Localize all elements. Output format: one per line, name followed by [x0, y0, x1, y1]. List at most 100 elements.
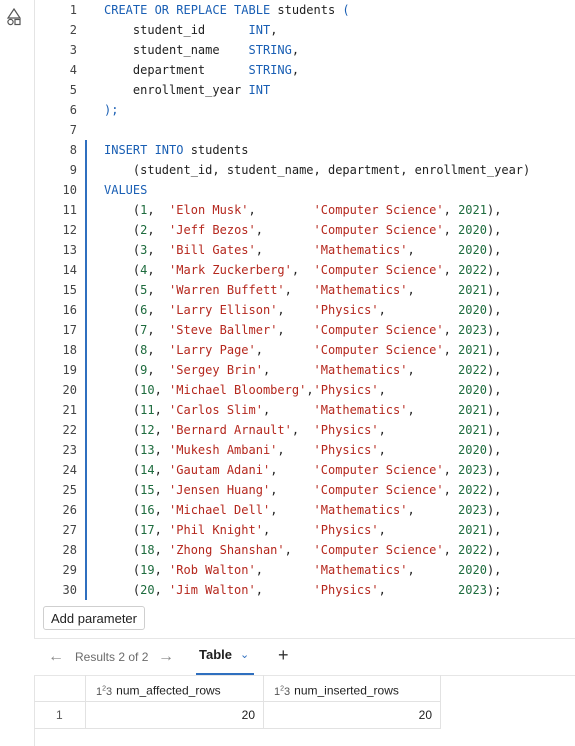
code-token: (: [104, 443, 141, 457]
code-token: ,: [378, 303, 459, 317]
code-token: INSERT INTO: [104, 143, 184, 157]
code-line[interactable]: 5 enrollment_year INT: [34, 80, 575, 100]
code-line[interactable]: 27 (17, 'Phil Knight', 'Physics', 2021),: [34, 520, 575, 540]
tab-table-label: Table: [199, 647, 232, 662]
integer-type-icon: 123: [96, 685, 113, 698]
code-line[interactable]: 19 (9, 'Sergey Brin', 'Mathematics', 202…: [34, 360, 575, 380]
plus-icon[interactable]: +: [278, 645, 289, 666]
code-editor[interactable]: 1 CREATE OR REPLACE TABLE students (2 stu…: [34, 0, 575, 600]
code-line[interactable]: 21 (11, 'Carlos Slim', 'Mathematics', 20…: [34, 400, 575, 420]
row-index: 1: [34, 702, 86, 729]
code-token: 2023: [458, 463, 487, 477]
code-token: ,: [306, 383, 314, 397]
code-text: (15, 'Jensen Huang', 'Computer Science',…: [104, 480, 502, 500]
code-token: ,: [154, 423, 170, 437]
code-token: 2021: [458, 343, 487, 357]
code-line[interactable]: 28 (18, 'Zhong Shanshan', 'Computer Scie…: [34, 540, 575, 560]
code-line[interactable]: 23 (13, 'Mukesh Ambani', 'Physics', 2020…: [34, 440, 575, 460]
add-parameter-button[interactable]: Add parameter: [43, 606, 145, 630]
code-token: ),: [486, 263, 502, 277]
arrow-right-icon[interactable]: →: [158, 648, 174, 666]
tab-table[interactable]: Table ⌄: [190, 639, 260, 675]
code-line[interactable]: 17 (7, 'Steve Ballmer', 'Computer Scienc…: [34, 320, 575, 340]
code-line[interactable]: 26 (16, 'Michael Dell', 'Mathematics', 2…: [34, 500, 575, 520]
table-cell[interactable]: 20: [264, 702, 441, 729]
code-line[interactable]: 29 (19, 'Rob Walton', 'Mathematics', 202…: [34, 560, 575, 580]
code-token: ,: [284, 283, 314, 297]
code-line[interactable]: 12 (2, 'Jeff Bezos', 'Computer Science',…: [34, 220, 575, 240]
code-text: INSERT INTO students: [104, 140, 249, 160]
code-token: ,: [154, 443, 170, 457]
code-line[interactable]: 9 (student_id, student_name, department,…: [34, 160, 575, 180]
code-text: student_name STRING,: [104, 40, 299, 60]
code-line[interactable]: 8 INSERT INTO students: [34, 140, 575, 160]
code-token: (: [104, 263, 141, 277]
code-line[interactable]: 13 (3, 'Bill Gates', 'Mathematics', 2020…: [34, 240, 575, 260]
code-token: ),: [486, 403, 502, 417]
code-token: 'Computer Science': [313, 543, 444, 557]
code-token: (student_id, student_name, department, e…: [104, 163, 531, 177]
code-token: 2020: [458, 243, 487, 257]
column-header[interactable]: 123 num_inserted_rows: [264, 675, 441, 702]
code-text: (18, 'Zhong Shanshan', 'Computer Science…: [104, 540, 502, 560]
code-token: ),: [486, 523, 502, 537]
code-line[interactable]: 24 (14, 'Gautam Adani', 'Computer Scienc…: [34, 460, 575, 480]
code-text: VALUES: [104, 180, 147, 200]
code-line[interactable]: 15 (5, 'Warren Buffett', 'Mathematics', …: [34, 280, 575, 300]
code-token: 'Rob Walton': [169, 563, 256, 577]
code-line[interactable]: 4 department STRING,: [34, 60, 575, 80]
shapes-icon[interactable]: [6, 8, 22, 26]
code-text: (13, 'Mukesh Ambani', 'Physics', 2020),: [104, 440, 502, 460]
code-token: ,: [147, 243, 170, 257]
code-text: (5, 'Warren Buffett', 'Mathematics', 202…: [104, 280, 502, 300]
code-token: 'Mathematics': [313, 363, 408, 377]
line-number: 28: [62, 543, 77, 557]
code-line[interactable]: 1 CREATE OR REPLACE TABLE students (: [34, 0, 575, 20]
code-token: 'Larry Page': [169, 343, 256, 357]
code-text: (16, 'Michael Dell', 'Mathematics', 2023…: [104, 500, 502, 520]
code-token: ),: [486, 223, 502, 237]
code-token: (: [342, 3, 350, 17]
column-header[interactable]: 123 num_affected_rows: [86, 675, 264, 702]
code-text: (10, 'Michael Bloomberg','Physics', 2020…: [104, 380, 502, 400]
code-token: 'Jeff Bezos': [169, 223, 256, 237]
code-token: ),: [486, 483, 502, 497]
code-line[interactable]: 14 (4, 'Mark Zuckerberg', 'Computer Scie…: [34, 260, 575, 280]
code-token: 15: [140, 483, 155, 497]
code-token: 16: [140, 503, 155, 517]
code-line[interactable]: 25 (15, 'Jensen Huang', 'Computer Scienc…: [34, 480, 575, 500]
code-token: 'Michael Dell': [169, 503, 271, 517]
code-token: ,: [407, 503, 459, 517]
code-line[interactable]: 11 (1, 'Elon Musk', 'Computer Science', …: [34, 200, 575, 220]
code-token: (: [104, 423, 141, 437]
code-token: ,: [443, 543, 459, 557]
table-cell[interactable]: 20: [86, 702, 264, 729]
code-line[interactable]: 30 (20, 'Jim Walton', 'Physics', 2023);: [34, 580, 575, 600]
line-number: 26: [62, 503, 77, 517]
code-line[interactable]: 20 (10, 'Michael Bloomberg','Physics', 2…: [34, 380, 575, 400]
code-token: ),: [486, 283, 502, 297]
code-line[interactable]: 18 (8, 'Larry Page', 'Computer Science',…: [34, 340, 575, 360]
chevron-down-icon[interactable]: ⌄: [240, 648, 249, 661]
code-token: 'Physics': [313, 423, 379, 437]
code-token: (: [104, 363, 141, 377]
code-token: 'Jensen Huang': [169, 483, 271, 497]
code-line[interactable]: 7: [34, 120, 575, 140]
code-line[interactable]: 6);: [34, 100, 575, 120]
code-token: ,: [378, 423, 459, 437]
code-token: (: [104, 483, 141, 497]
code-line[interactable]: 10 VALUES: [34, 180, 575, 200]
code-line[interactable]: 22 (12, 'Bernard Arnault', 'Physics', 20…: [34, 420, 575, 440]
arrow-left-icon[interactable]: ←: [48, 648, 64, 666]
code-token: (: [104, 283, 141, 297]
code-text: (9, 'Sergey Brin', 'Mathematics', 2022),: [104, 360, 502, 380]
code-line[interactable]: 16 (6, 'Larry Ellison', 'Physics', 2020)…: [34, 300, 575, 320]
code-token: ,: [443, 343, 459, 357]
code-token: );: [104, 103, 119, 117]
code-text: (1, 'Elon Musk', 'Computer Science', 202…: [104, 200, 502, 220]
code-token: STRING: [248, 43, 292, 57]
code-line[interactable]: 3 student_name STRING,: [34, 40, 575, 60]
code-line[interactable]: 2 student_id INT,: [34, 20, 575, 40]
line-number: 13: [62, 243, 77, 257]
code-token: 14: [140, 463, 155, 477]
